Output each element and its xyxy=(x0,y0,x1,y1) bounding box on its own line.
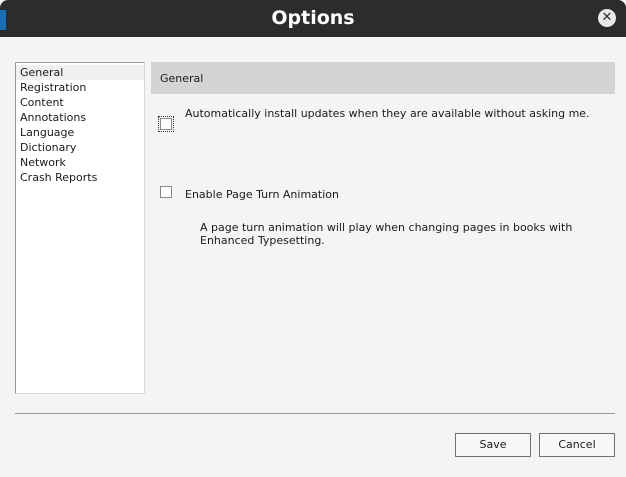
sidebar-item-network[interactable]: Network xyxy=(16,155,144,170)
save-button[interactable]: Save xyxy=(455,433,531,457)
footer-divider xyxy=(15,413,615,414)
page-turn-animation-description: A page turn animation will play when cha… xyxy=(200,221,573,247)
auto-update-checkbox[interactable] xyxy=(158,116,174,132)
page-turn-animation-label: Enable Page Turn Animation xyxy=(185,188,339,201)
title-bar: Options ✕ xyxy=(0,0,626,37)
sidebar-item-language[interactable]: Language xyxy=(16,125,144,140)
sidebar-item-dictionary[interactable]: Dictionary xyxy=(16,140,144,155)
sidebar-item-annotations[interactable]: Annotations xyxy=(16,110,144,125)
cancel-button[interactable]: Cancel xyxy=(539,433,615,457)
options-category-list[interactable]: General Registration Content Annotations… xyxy=(15,62,145,394)
auto-update-label: Automatically install updates when they … xyxy=(185,107,590,120)
section-title: General xyxy=(160,72,204,85)
sidebar-item-content[interactable]: Content xyxy=(16,95,144,110)
page-turn-animation-checkbox[interactable] xyxy=(160,186,172,198)
sidebar-item-registration[interactable]: Registration xyxy=(16,80,144,95)
section-header: General xyxy=(151,62,615,94)
sidebar-item-crash-reports[interactable]: Crash Reports xyxy=(16,170,144,185)
window-title: Options xyxy=(271,7,355,29)
close-icon[interactable]: ✕ xyxy=(598,9,616,27)
sidebar-item-general[interactable]: General xyxy=(16,65,144,80)
